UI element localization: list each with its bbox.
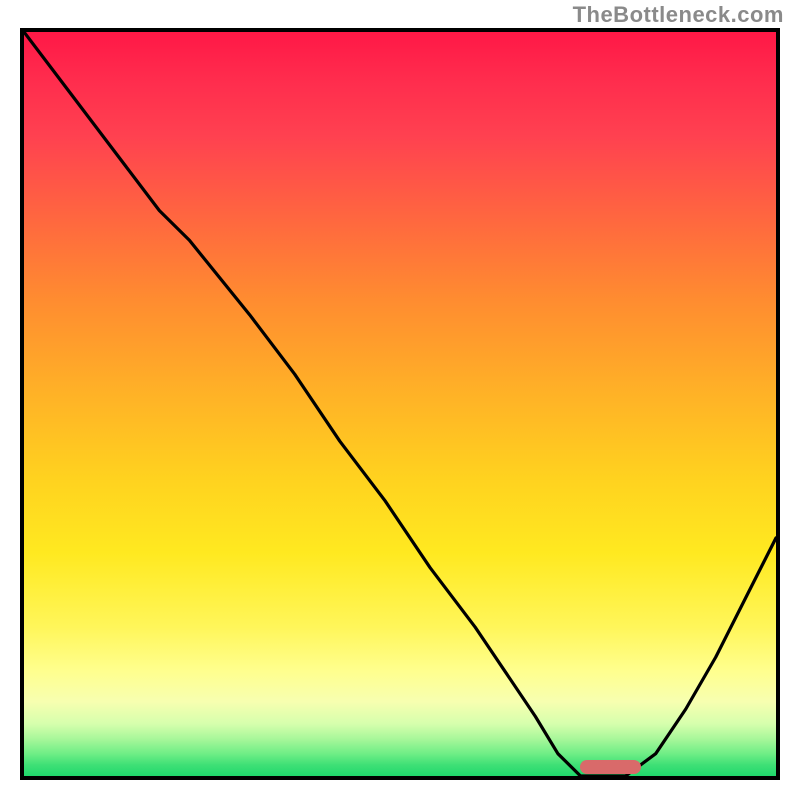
bottleneck-curve (24, 32, 776, 776)
curve-path (24, 32, 776, 776)
optimal-range-marker (580, 760, 640, 774)
chart-area (20, 28, 780, 780)
attribution-text: TheBottleneck.com (573, 2, 784, 28)
